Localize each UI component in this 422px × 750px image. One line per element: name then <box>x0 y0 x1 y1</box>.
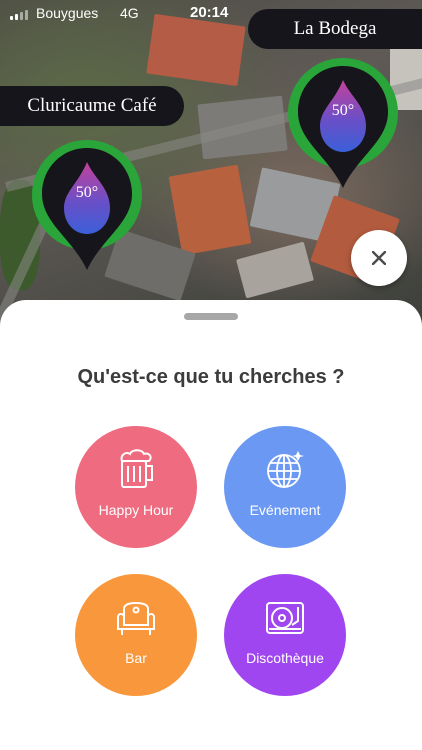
signal-strength-icon <box>10 10 28 20</box>
category-evenement-button[interactable]: Evénement <box>224 426 346 548</box>
place-label-cluricaume-cafe[interactable]: Cluricaume Café <box>0 86 184 126</box>
marker-temperature: 50° <box>331 102 355 119</box>
sheet-drag-handle[interactable] <box>184 313 238 320</box>
category-bar-button[interactable]: Bar <box>75 574 197 696</box>
map-view[interactable]: Bouygues 4G 20:14 La Bodega Cluricaume C… <box>0 0 422 330</box>
category-label: Happy Hour <box>98 502 174 518</box>
category-label: Bar <box>125 650 147 666</box>
map-building <box>236 241 314 299</box>
venue-marker[interactable]: 50° <box>288 58 398 188</box>
beer-mug-icon <box>120 449 153 488</box>
venue-marker[interactable]: 50° <box>32 140 142 270</box>
category-label: Discothèque <box>246 650 324 666</box>
map-building <box>146 13 246 87</box>
sofa-icon <box>117 601 155 635</box>
marker-temperature: 50° <box>75 184 99 201</box>
category-discotheque-button[interactable]: Discothèque <box>224 574 346 696</box>
category-happy-hour-button[interactable]: Happy Hour <box>75 426 197 548</box>
sheet-title: Qu'est-ce que tu cherches ? <box>77 366 345 388</box>
close-icon <box>372 251 386 265</box>
turntable-icon <box>266 602 304 634</box>
place-name: Cluricaume Café <box>27 95 157 116</box>
place-label-la-bodega[interactable]: La Bodega <box>248 9 422 49</box>
close-button[interactable] <box>351 230 407 286</box>
globe-icon <box>267 451 304 488</box>
clock: 20:14 <box>190 4 229 21</box>
place-name: La Bodega <box>293 18 377 39</box>
flame-pin-icon <box>298 66 388 188</box>
carrier-name: Bouygues <box>36 5 99 21</box>
network-type: 4G <box>120 5 139 21</box>
category-label: Evénement <box>249 502 321 518</box>
flame-pin-icon <box>42 148 132 270</box>
category-bottom-sheet: Qu'est-ce que tu cherches ? Happy Hour E… <box>0 300 422 750</box>
map-building <box>168 164 252 256</box>
